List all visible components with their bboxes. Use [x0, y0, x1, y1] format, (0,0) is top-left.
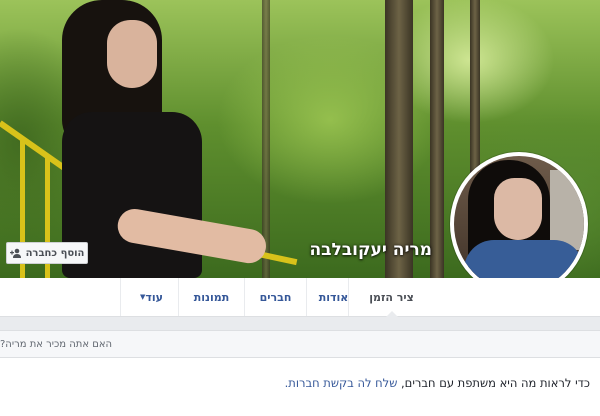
- add-friend-label: הוסף כחברה: [25, 247, 85, 259]
- tab-photos[interactable]: תמונות: [178, 278, 244, 316]
- tree-trunk: [385, 0, 413, 278]
- tab-friends[interactable]: חברים: [244, 278, 306, 316]
- friend-request-prompt: כדי לראות מה היא משתפת עם חברים, שלח לה …: [0, 358, 600, 416]
- prompt-message: כדי לראות מה היא משתפת עם חברים, שלח לה …: [285, 376, 590, 390]
- tab-timeline[interactable]: ציר הזמן: [348, 278, 434, 317]
- profile-nav: ציר הזמן אודות חברים תמונות עוד ▼: [0, 278, 600, 317]
- tab-more-label: עוד: [145, 290, 163, 304]
- tab-photos-label: תמונות: [193, 290, 230, 304]
- tab-more[interactable]: עוד ▼: [120, 278, 178, 316]
- caret-down-icon: ▼: [140, 293, 146, 301]
- question-text: האם אתה מכיר את מריה?: [0, 338, 113, 350]
- tab-about-label: אודות: [318, 290, 349, 304]
- know-person-question: האם אתה מכיר את מריה?: [0, 330, 600, 358]
- profile-name[interactable]: מריה יעקובלבה: [309, 240, 432, 260]
- tab-about[interactable]: אודות: [306, 278, 360, 316]
- tab-timeline-label: ציר הזמן: [369, 290, 414, 304]
- prompt-message-text: כדי לראות מה היא משתפת עם חברים,: [401, 376, 590, 390]
- tab-friends-label: חברים: [259, 290, 292, 304]
- profile-picture[interactable]: [450, 152, 588, 296]
- tree-trunk: [430, 0, 444, 278]
- send-friend-request-link[interactable]: שלח לה בקשת חברות.: [285, 376, 398, 390]
- add-friend-icon: [9, 248, 21, 258]
- add-friend-button[interactable]: הוסף כחברה: [6, 242, 88, 264]
